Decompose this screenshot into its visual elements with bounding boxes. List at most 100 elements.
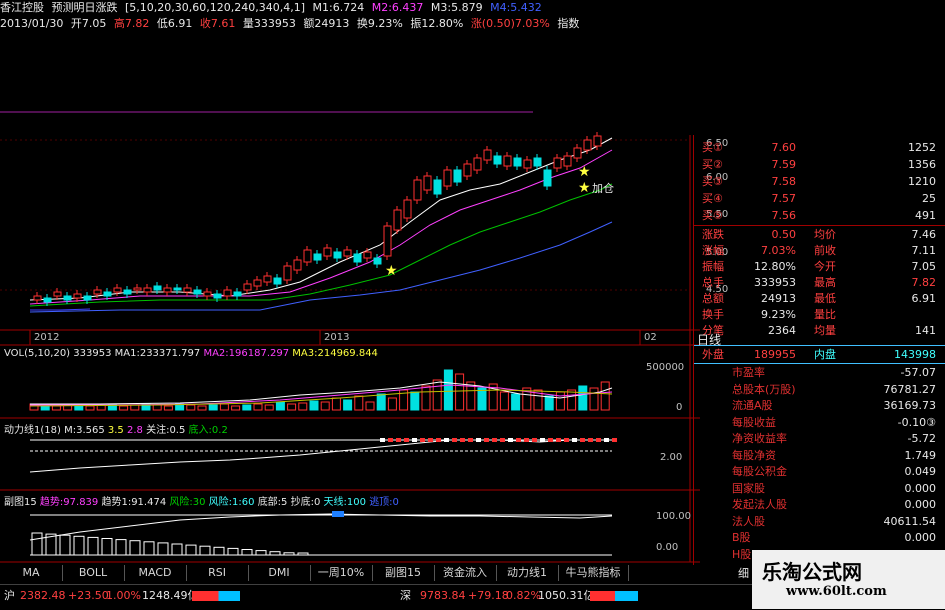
power-mark — [420, 438, 425, 442]
fundamental-row: B股 0.000 — [694, 529, 945, 546]
volume-bar — [163, 405, 173, 411]
tab-3[interactable]: RSI — [186, 565, 249, 581]
tab-6[interactable]: 副图15 — [372, 565, 435, 581]
volume-bar — [253, 403, 263, 411]
order-row[interactable]: 买④ 7.57 25 — [694, 190, 945, 207]
power-axis-tick: 2.00 — [660, 452, 683, 463]
candle — [493, 155, 502, 165]
power-mark — [612, 438, 617, 442]
candle — [393, 209, 402, 231]
tab-9[interactable]: 牛马熊指标 — [558, 565, 629, 581]
sh-pct: 1.00% — [106, 589, 141, 602]
candle — [373, 257, 382, 265]
order-row[interactable]: 买① 7.60 1252 — [694, 139, 945, 156]
volume-bar — [343, 399, 353, 411]
candle — [83, 295, 92, 301]
power-mark — [548, 438, 553, 442]
candle — [43, 297, 52, 303]
sub-axis-tick: 100.00 — [656, 511, 691, 522]
sub-title: 副图15 — [4, 497, 37, 508]
candle — [323, 247, 332, 257]
order-row[interactable]: 买③ 7.58 1210 — [694, 173, 945, 190]
fundamental-label: 净资收益率 — [732, 432, 787, 445]
sh-index[interactable]: 2382.48 — [20, 585, 66, 607]
tab-8[interactable]: 动力线1 — [496, 565, 559, 581]
fundamental-row: 市盈率 -57.07 — [694, 364, 945, 381]
sub-bar — [73, 535, 85, 556]
tab-0[interactable]: MA — [0, 565, 63, 581]
sub-risk60: 风险:1:60 — [208, 497, 255, 508]
fundamental-label: 总股本(万股) — [732, 382, 796, 396]
watermark-url: www.60lt.com — [786, 584, 887, 599]
power-mark — [556, 438, 561, 442]
right-tab-detail[interactable]: 细 — [738, 565, 749, 581]
candle — [93, 289, 102, 295]
candle — [223, 289, 232, 297]
fundamental-label: 每股净资 — [732, 448, 776, 462]
candle — [503, 155, 512, 167]
sub-chart-bars — [31, 532, 309, 556]
candle — [183, 287, 192, 293]
candle — [313, 253, 322, 261]
volume-bar — [264, 404, 274, 411]
volume-bar — [219, 403, 229, 411]
quote-row: 振幅 12.80% 今开 7.05 — [702, 260, 936, 273]
candle — [553, 157, 562, 169]
candle — [193, 289, 202, 295]
volume-bar — [287, 403, 297, 411]
volume-bar — [152, 404, 162, 411]
power-mark — [436, 438, 441, 442]
candlesticks — [33, 132, 602, 306]
power-v2: 2.8 — [126, 425, 143, 436]
sub-bar — [213, 546, 225, 556]
tab-5[interactable]: 一周10% — [310, 565, 373, 581]
candle — [253, 279, 262, 287]
volume-bar — [477, 387, 487, 411]
kline-chart-area[interactable]: ★ ★ ★ — [0, 0, 700, 565]
sz-index[interactable]: 9783.84 — [420, 585, 466, 607]
candle — [423, 175, 432, 191]
sub-bar — [31, 532, 43, 556]
add-position-label: 加仓 — [592, 182, 614, 195]
candle — [593, 135, 602, 147]
tab-4[interactable]: DMI — [248, 565, 311, 581]
fundamental-label: B股 — [732, 531, 751, 544]
volume-bar — [432, 379, 442, 411]
right-tab-daily[interactable]: 日线 — [697, 331, 721, 348]
sub-trend: 趋势:97.839 — [39, 497, 99, 508]
fundamental-label: H股 — [732, 547, 752, 561]
volume-bar — [197, 405, 207, 411]
order-row[interactable]: 买② 7.59 1356 — [694, 156, 945, 173]
volume-bar — [331, 397, 341, 411]
fundamental-value: 40611.54 — [883, 514, 937, 528]
sub-bar — [59, 534, 71, 556]
volume-bar — [186, 404, 196, 411]
candle — [413, 179, 422, 201]
star-marker-icon: ★ — [385, 263, 398, 279]
candle — [33, 295, 42, 301]
fundamental-label: 每股公积金 — [732, 465, 787, 478]
tab-2[interactable]: MACD — [124, 565, 187, 581]
power-mark — [500, 438, 505, 442]
fundamental-value: 0.000 — [904, 531, 937, 544]
tab-7[interactable]: 资金流入 — [434, 565, 497, 581]
candle — [113, 287, 122, 293]
power-watch: 关注:0.5 — [146, 425, 186, 436]
sub-panel-header: 副图15 趋势:97.839 趋势1:91.474 风险:30 风险:1:60 … — [4, 493, 399, 508]
volume-bar — [119, 405, 129, 411]
order-row[interactable]: 买⑤ 7.56 491 — [694, 207, 945, 224]
quote-stats: 涨跌 0.50 均价 7.46 涨幅 7.03% 前收 7.11 振幅 12.80% 今开 7.0… — [694, 225, 945, 346]
quote-panel: 买① 7.60 1252 买② 7.59 1356 买③ 7.58 1210 买④ 7.57 2… — [693, 135, 945, 565]
fundamental-value: -5.72 — [907, 432, 936, 445]
sub-bar — [143, 541, 155, 556]
fundamental-value: 0.049 — [904, 465, 937, 478]
volume-bar — [242, 404, 252, 411]
quote-row: 总额 24913 最低 6.91 — [702, 292, 936, 305]
sub-bar — [269, 551, 281, 556]
volume-bar — [421, 385, 431, 411]
candle — [333, 251, 342, 259]
fundamental-label: 法人股 — [732, 514, 765, 528]
power-mark — [524, 438, 529, 442]
tab-1[interactable]: BOLL — [62, 565, 125, 581]
volume-bar — [231, 405, 241, 411]
